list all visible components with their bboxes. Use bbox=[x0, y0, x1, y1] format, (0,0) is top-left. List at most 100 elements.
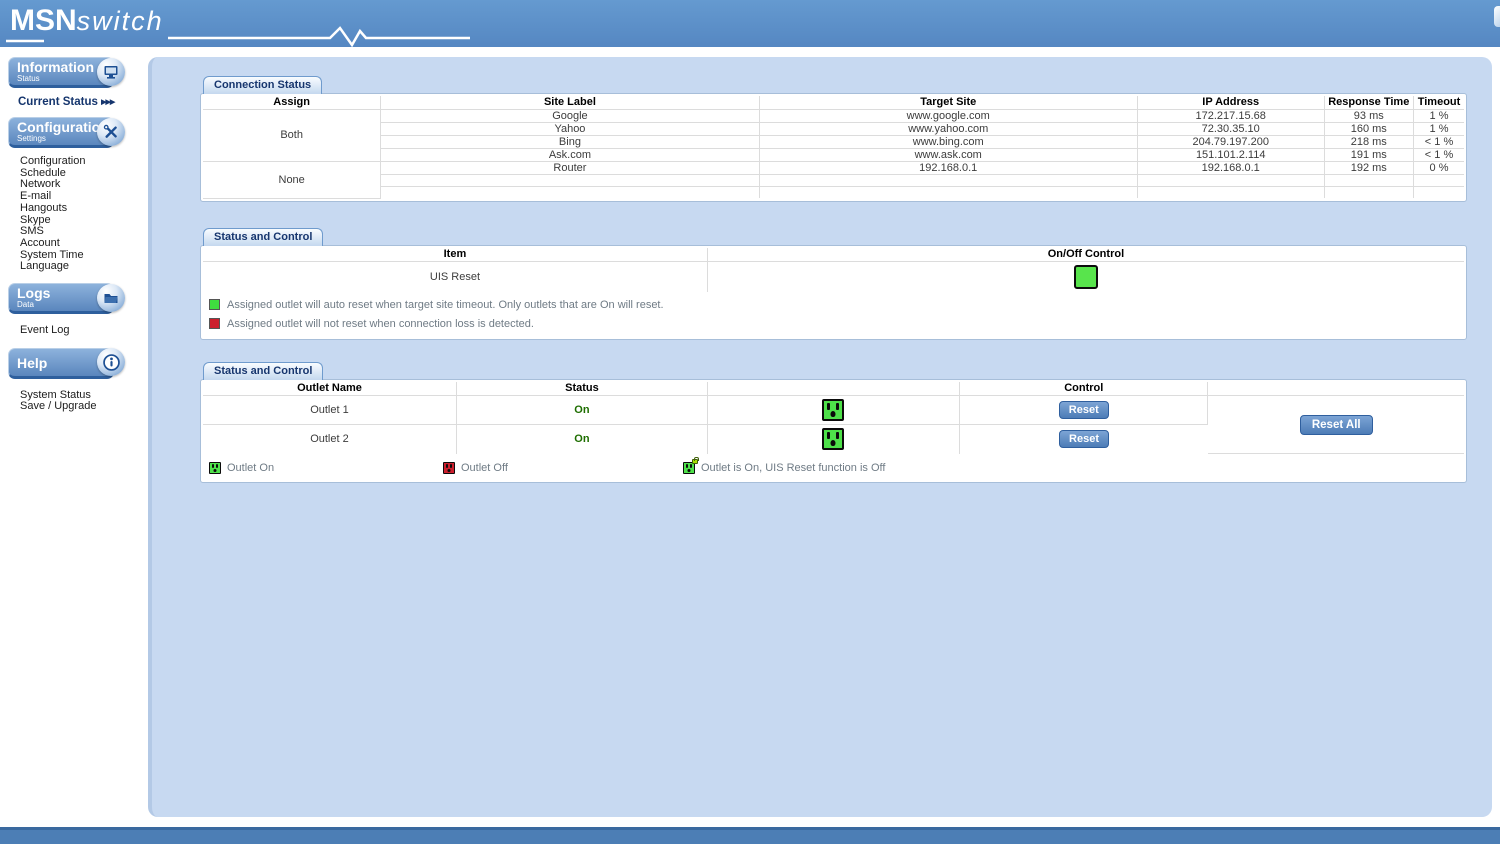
configuration-nav-list: Configuration Schedule Network E-mail Ha… bbox=[20, 156, 148, 273]
legend-item-outlet-off: Outlet Off bbox=[443, 462, 683, 474]
outlet-control-box: Outlet Name Status Control Outlet 1 On R… bbox=[200, 379, 1467, 484]
sidebar-item-configuration[interactable]: Configuration bbox=[20, 156, 148, 168]
cell-outlet-control: Reset bbox=[960, 425, 1208, 454]
triple-arrow-icon: ▶▶▶ bbox=[101, 99, 114, 106]
uis-control-box: Item On/Off Control UIS Reset Assigned o… bbox=[200, 245, 1467, 340]
cell-response bbox=[1324, 174, 1414, 186]
cell-response: 93 ms bbox=[1324, 109, 1414, 122]
folder-icon bbox=[97, 284, 125, 312]
cell-response: 218 ms bbox=[1324, 135, 1414, 148]
uis-legend: Assigned outlet will auto reset when tar… bbox=[209, 299, 1464, 330]
sidebar-item-account[interactable]: Account bbox=[20, 238, 148, 250]
outlet-on-icon bbox=[822, 399, 844, 421]
cell-timeout bbox=[1414, 186, 1464, 198]
cell-target-site: www.ask.com bbox=[759, 148, 1137, 161]
cell-timeout bbox=[1414, 174, 1464, 186]
cell-response bbox=[1324, 186, 1414, 198]
col-header-target-site: Target Site bbox=[759, 96, 1137, 109]
sidebar: Information Status Current Status ▶▶▶ Co… bbox=[0, 47, 148, 827]
top-header-bar: MSNswitch bbox=[0, 0, 1500, 47]
uis-reset-onoff-button[interactable] bbox=[1074, 265, 1098, 289]
cell-site-label: Google bbox=[381, 109, 759, 122]
reset-button-outlet-2[interactable]: Reset bbox=[1059, 430, 1109, 448]
green-swatch-icon bbox=[209, 299, 220, 310]
sidebar-section-configuration: Configuration Settings bbox=[8, 117, 114, 148]
cell-target-site: 192.168.0.1 bbox=[759, 161, 1137, 174]
col-header-blank bbox=[1208, 382, 1464, 396]
sidebar-item-current-status[interactable]: Current Status ▶▶▶ bbox=[18, 96, 148, 108]
cell-uis-reset-label: UIS Reset bbox=[203, 262, 707, 292]
outlet-on-icon bbox=[822, 428, 844, 450]
table-row: Both Google www.google.com 172.217.15.68… bbox=[203, 109, 1464, 122]
legend-text: Assigned outlet will not reset when conn… bbox=[227, 318, 534, 330]
outlet-on-lock-icon bbox=[683, 462, 695, 474]
cell-ip: 172.217.15.68 bbox=[1137, 109, 1324, 122]
legend-text: Outlet Off bbox=[461, 462, 508, 474]
col-header-ip-address: IP Address bbox=[1137, 96, 1324, 109]
cell-timeout: < 1 % bbox=[1414, 135, 1464, 148]
cell-site-label bbox=[381, 174, 759, 186]
outlet-status-badge: On bbox=[456, 425, 707, 454]
legend-text: Outlet is On, UIS Reset function is Off bbox=[701, 462, 885, 474]
legend-item-outlet-on-no-reset: Outlet is On, UIS Reset function is Off bbox=[683, 462, 885, 474]
sidebar-section-information: Information Status bbox=[8, 57, 114, 88]
outlet-off-icon bbox=[443, 462, 455, 474]
section-title: Configuration bbox=[17, 120, 105, 135]
table-row: Ask.com www.ask.com 151.101.2.114 191 ms… bbox=[203, 148, 1464, 161]
sidebar-item-hangouts[interactable]: Hangouts bbox=[20, 203, 148, 215]
col-header-response-time: Response Time bbox=[1324, 96, 1414, 109]
tab-status-and-control[interactable]: Status and Control bbox=[203, 362, 323, 380]
cell-outlet-state bbox=[707, 396, 959, 425]
section-title: Information bbox=[17, 60, 105, 75]
sidebar-item-event-log[interactable]: Event Log bbox=[20, 325, 148, 337]
section-subtitle: Status bbox=[17, 75, 105, 83]
col-header-control: Control bbox=[960, 382, 1208, 396]
cell-reset-all: Reset All bbox=[1208, 396, 1464, 454]
cell-outlet-name: Outlet 2 bbox=[203, 425, 456, 454]
outlet-legend: Outlet On Outlet Off Outlet is On, UIS R… bbox=[209, 462, 1464, 474]
cell-response: 160 ms bbox=[1324, 122, 1414, 135]
cell-uis-reset-control bbox=[707, 262, 1464, 292]
table-row: Yahoo www.yahoo.com 72.30.35.10 160 ms 1… bbox=[203, 122, 1464, 135]
cell-ip bbox=[1137, 186, 1324, 198]
section-subtitle: Settings bbox=[17, 135, 105, 143]
tab-connection-status[interactable]: Connection Status bbox=[203, 76, 322, 94]
cell-outlet-state bbox=[707, 425, 959, 454]
heartbeat-line-icon bbox=[0, 0, 480, 47]
cell-ip: 204.79.197.200 bbox=[1137, 135, 1324, 148]
cell-response: 191 ms bbox=[1324, 148, 1414, 161]
connection-status-table: Assign Site Label Target Site IP Address… bbox=[203, 96, 1464, 199]
red-swatch-icon bbox=[209, 318, 220, 329]
col-header-blank bbox=[707, 382, 959, 396]
col-header-site-label: Site Label bbox=[381, 96, 759, 109]
cell-site-label: Yahoo bbox=[381, 122, 759, 135]
cell-target-site: www.bing.com bbox=[759, 135, 1137, 148]
table-row: Outlet 1 On Reset Reset All bbox=[203, 396, 1464, 425]
monitor-icon bbox=[97, 58, 125, 86]
table-row: Bing www.bing.com 204.79.197.200 218 ms … bbox=[203, 135, 1464, 148]
cell-ip: 192.168.0.1 bbox=[1137, 161, 1324, 174]
col-header-assign: Assign bbox=[203, 96, 381, 109]
cell-target-site bbox=[759, 186, 1137, 198]
cell-assign: None bbox=[203, 161, 381, 198]
cell-site-label: Router bbox=[381, 161, 759, 174]
reset-button-outlet-1[interactable]: Reset bbox=[1059, 401, 1109, 419]
main-content-panel: Connection Status Assign Site Label Targ… bbox=[148, 57, 1492, 817]
tab-status-and-control[interactable]: Status and Control bbox=[203, 228, 323, 246]
legend-text: Assigned outlet will auto reset when tar… bbox=[227, 299, 664, 311]
cell-timeout: < 1 % bbox=[1414, 148, 1464, 161]
legend-item-green: Assigned outlet will auto reset when tar… bbox=[209, 299, 1464, 311]
footer-bar bbox=[0, 827, 1500, 844]
tools-icon bbox=[97, 118, 125, 146]
section-title: Logs bbox=[17, 286, 105, 301]
sidebar-item-language[interactable]: Language bbox=[20, 261, 148, 273]
table-row bbox=[203, 174, 1464, 186]
reset-all-button[interactable]: Reset All bbox=[1300, 415, 1373, 435]
logs-nav-list: Event Log bbox=[20, 325, 148, 337]
help-nav-list: System Status Save / Upgrade bbox=[20, 390, 148, 413]
cell-target-site: www.google.com bbox=[759, 109, 1137, 122]
sidebar-item-save-upgrade[interactable]: Save / Upgrade bbox=[20, 401, 148, 413]
cell-target-site: www.yahoo.com bbox=[759, 122, 1137, 135]
cell-ip: 72.30.35.10 bbox=[1137, 122, 1324, 135]
cell-timeout: 0 % bbox=[1414, 161, 1464, 174]
